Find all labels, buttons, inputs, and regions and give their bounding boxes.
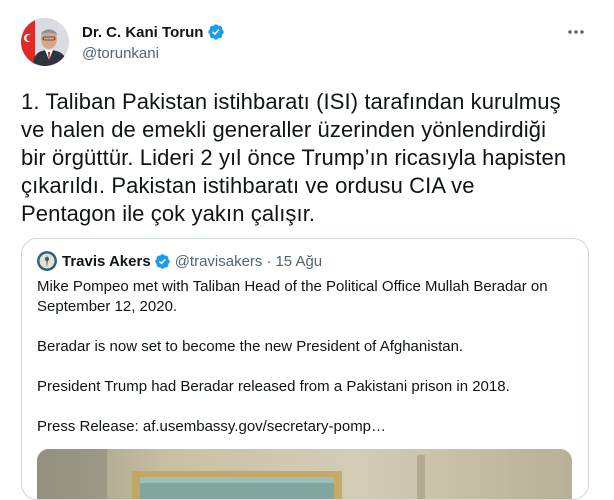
quoted-text-line: September 12, 2020. bbox=[37, 298, 178, 315]
author-avatar[interactable] bbox=[21, 18, 69, 66]
quoted-media-image[interactable] bbox=[37, 449, 572, 499]
quoted-text-spacer bbox=[37, 357, 577, 377]
author-name-row: Dr. C. Kani Torun bbox=[82, 21, 225, 43]
author-display-name[interactable]: Dr. C. Kani Torun bbox=[82, 24, 203, 41]
quoted-tweet-text: Mike Pompeo met with Taliban Head of the… bbox=[37, 277, 577, 437]
quoted-text-line: Mike Pompeo met with Taliban Head of the… bbox=[37, 278, 548, 295]
tweet-text-line: ve halen de emekli generaller üzerinden … bbox=[21, 117, 547, 142]
quoted-tweet-header: Travis Akers @travisakers · 15 Ağu bbox=[37, 251, 322, 271]
tweet-text-line: bir örgüttür. Lideri 2 yıl önce Trump’ın… bbox=[21, 145, 567, 170]
quoted-text-spacer bbox=[37, 397, 577, 417]
quoted-text-link-line[interactable]: Press Release: af.usembassy.gov/secretar… bbox=[37, 417, 577, 437]
tweet-text-line: çıkarıldı. Pakistan istihbaratı ve ordus… bbox=[21, 173, 475, 198]
tweet: Dr. C. Kani Torun @torunkani 1. Taliban … bbox=[0, 0, 614, 500]
quoted-author-display-name[interactable]: Travis Akers bbox=[62, 253, 151, 270]
quoted-text-line: Beradar is now set to become the new Pre… bbox=[37, 338, 464, 355]
more-horizontal-icon bbox=[567, 29, 585, 35]
quoted-tweet[interactable]: Travis Akers @travisakers · 15 Ağu Mike … bbox=[21, 238, 589, 500]
tweet-text: 1. Taliban Pakistan istihbaratı (ISI) ta… bbox=[21, 88, 597, 228]
quoted-text-line: President Trump had Beradar released fro… bbox=[37, 378, 510, 395]
tweet-text-line: 1. Taliban Pakistan istihbaratı (ISI) ta… bbox=[21, 89, 561, 114]
quoted-author-handle[interactable]: @travisakers bbox=[175, 253, 263, 270]
author-block: Dr. C. Kani Torun @torunkani bbox=[82, 21, 225, 62]
tweet-text-line: Pentagon ile çok yakın çalışır. bbox=[21, 201, 316, 226]
quoted-text-spacer bbox=[37, 317, 577, 337]
quoted-author-avatar[interactable] bbox=[37, 251, 57, 271]
more-options-button[interactable] bbox=[564, 22, 588, 42]
author-handle[interactable]: @torunkani bbox=[82, 45, 225, 62]
verified-badge-icon bbox=[154, 253, 171, 270]
separator-dot: · bbox=[266, 252, 272, 270]
verified-badge-icon bbox=[207, 23, 225, 41]
quoted-tweet-date[interactable]: 15 Ağu bbox=[275, 253, 322, 270]
